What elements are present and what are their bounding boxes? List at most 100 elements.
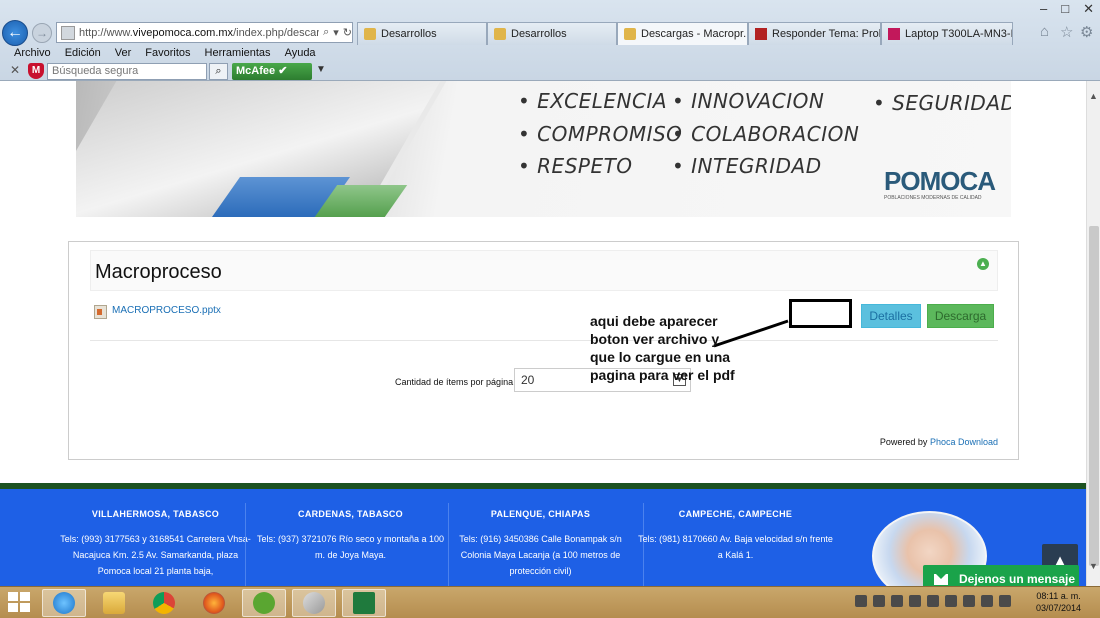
maximize-button[interactable]: □ (1061, 0, 1069, 18)
mcafee-tray-icon[interactable] (945, 595, 957, 607)
back-button[interactable]: ← (2, 20, 28, 46)
downloads-panel: Macroproceso ▲ MACROPROCESO.pptx Detalle… (68, 241, 1019, 460)
value-integridad: • INTEGRIDAD (672, 154, 822, 178)
annotation-line: aqui debe aparecer (590, 313, 718, 329)
menu-favoritos[interactable]: Favoritos (145, 47, 190, 59)
clock-time: 08:11 a. m. (1036, 591, 1081, 601)
chrome-icon (153, 592, 175, 614)
taskbar-firefox[interactable] (192, 589, 236, 617)
chat-button-label: Dejenos un mensaje (959, 572, 1076, 586)
details-button[interactable]: Detalles (861, 304, 921, 328)
chat-message-button[interactable]: Dejenos un mensaje (923, 565, 1079, 586)
tab-descargas[interactable]: Descargas - Macropr... ✕ (617, 22, 748, 45)
taskbar-utorrent[interactable] (242, 589, 286, 617)
mcafee-label: McAfee (236, 65, 276, 77)
office-address: Tels: (981) 8170660 Av. Baja velocidad s… (638, 534, 833, 560)
office-address: Tels: (916) 3450386 Calle Bonampak s/n C… (459, 534, 622, 576)
gear-icon[interactable]: ⚙ (1080, 23, 1093, 41)
tab-responder-tema[interactable]: Responder Tema: Probl... (748, 22, 881, 45)
menu-archivo[interactable]: Archivo (14, 47, 51, 59)
powered-by-label: Powered by (879, 437, 928, 447)
address-bar[interactable]: http://www.vivepomoca.com.mx/index.php/d… (56, 22, 353, 43)
windows-start-button[interactable] (8, 592, 32, 614)
file-link[interactable]: MACROPROCESO.pptx (112, 305, 221, 316)
tab-label: Laptop T300LA-MN3-H... (905, 28, 1012, 40)
search-button[interactable]: ⌕ (209, 63, 228, 80)
scroll-thumb[interactable] (1089, 226, 1099, 566)
close-toolbar-icon[interactable]: ✕ (10, 63, 20, 77)
taskbar-chrome[interactable] (142, 589, 186, 617)
taskbar-paint[interactable] (292, 589, 336, 617)
menu-ayuda[interactable]: Ayuda (285, 47, 316, 59)
items-per-page-value: 20 (521, 373, 535, 387)
signal-tray-icon[interactable] (981, 595, 993, 607)
phoca-download-link[interactable]: Phoca Download (930, 437, 998, 447)
favorites-star-icon[interactable]: ☆ (1060, 23, 1073, 41)
taskbar-excel[interactable] (342, 589, 386, 617)
safe-search-input[interactable]: Búsqueda segura (47, 63, 207, 80)
monitor-tray-icon[interactable] (873, 595, 885, 607)
annotation-line: boton ver archivo y (590, 331, 720, 347)
chevron-down-icon[interactable]: ▼ (316, 64, 326, 75)
annotation-line: que lo cargue en una (590, 349, 731, 365)
footer-separator (245, 503, 246, 586)
forward-button[interactable]: → (32, 23, 52, 43)
office-title: PALENQUE, CHIAPAS (490, 509, 591, 519)
menu-ver[interactable]: Ver (115, 47, 132, 59)
home-icon[interactable]: ⌂ (1040, 23, 1049, 40)
system-tray (855, 595, 1011, 607)
divider (90, 340, 998, 341)
annotation-text: aqui debe aparecer boton ver archivo y q… (590, 312, 740, 384)
scroll-up-icon[interactable]: ▲ (1089, 91, 1098, 101)
search-icon[interactable]: ⌕ (323, 26, 329, 39)
items-per-page-label: Cantidad de ítems por página (395, 377, 514, 387)
footer: VILLAHERMOSA, TABASCO Tels: (993) 317756… (0, 489, 1086, 586)
excel-icon (353, 592, 375, 614)
joomla-icon (494, 28, 506, 40)
office-palenque: PALENQUE, CHIAPAS Tels: (916) 3450386 Ca… (443, 509, 638, 579)
minimize-button[interactable]: – (1040, 0, 1047, 18)
battery-tray-icon[interactable] (963, 595, 975, 607)
download-button[interactable]: Descarga (927, 304, 994, 328)
refresh-icon[interactable]: ↻ (343, 26, 352, 39)
menu-edicion[interactable]: Edición (65, 47, 101, 59)
utorrent-tray-icon[interactable] (855, 595, 867, 607)
clock[interactable]: 08:11 a. m. 03/07/2014 (1036, 590, 1081, 614)
check-icon: ✔ (278, 65, 288, 77)
flag-tray-icon[interactable] (927, 595, 939, 607)
scroll-down-icon[interactable]: ▼ (1089, 561, 1098, 571)
office-address: Tels: (937) 3721076 Río seco y montaña a… (256, 534, 445, 560)
clock-date: 03/07/2014 (1036, 603, 1082, 613)
arrow-up-icon[interactable]: ▲ (977, 258, 989, 270)
vertical-scrollbar[interactable]: ▲ ▼ (1086, 81, 1100, 586)
value-excelencia: • EXCELENCIA (518, 89, 668, 113)
powered-by: Powered by Phoca Download (880, 437, 998, 447)
menu-bar: Archivo Edición Ver Favoritos Herramient… (0, 45, 1100, 61)
network-tray-icon[interactable] (909, 595, 921, 607)
envelope-icon (934, 574, 948, 585)
tab-label: Descargas - Macropr... (641, 28, 748, 40)
back-arrow-icon: ← (7, 24, 23, 41)
address-url[interactable]: http://www.vivepomoca.com.mx/index.php/d… (79, 27, 319, 39)
store-icon (888, 28, 900, 40)
paint-icon (303, 592, 325, 614)
navigation-row: ← → http://www.vivepomoca.com.mx/index.p… (0, 20, 1100, 46)
value-colaboracion: • COLABORACION (672, 122, 860, 146)
volume-tray-icon[interactable] (999, 595, 1011, 607)
tab-laptop[interactable]: Laptop T300LA-MN3-H... (881, 22, 1013, 45)
value-innovacion: • INNOVACION (672, 89, 825, 113)
tab-desarrollos-2[interactable]: Desarrollos (487, 22, 617, 45)
joomla-icon (364, 28, 376, 40)
taskbar-file-explorer[interactable] (92, 589, 136, 617)
pomoca-logo: POMOCA (884, 166, 996, 196)
mcafee-toolbar: ✕ M Búsqueda segura ⌕ McAfee ✔ ▼ (0, 62, 1100, 81)
keyboard-tray-icon[interactable] (891, 595, 903, 607)
close-window-button[interactable]: ✕ (1083, 0, 1094, 18)
office-title: CARDENAS, TABASCO (298, 509, 403, 519)
taskbar-internet-explorer[interactable] (42, 589, 86, 617)
dropdown-icon[interactable]: ▾ (333, 26, 339, 39)
pomoca-tagline: POBLACIONES MODERNAS DE CALIDAD (884, 195, 982, 201)
mcafee-button[interactable]: McAfee ✔ (232, 63, 312, 80)
tab-desarrollos-1[interactable]: Desarrollos (357, 22, 487, 45)
menu-herramientas[interactable]: Herramientas (205, 47, 271, 59)
